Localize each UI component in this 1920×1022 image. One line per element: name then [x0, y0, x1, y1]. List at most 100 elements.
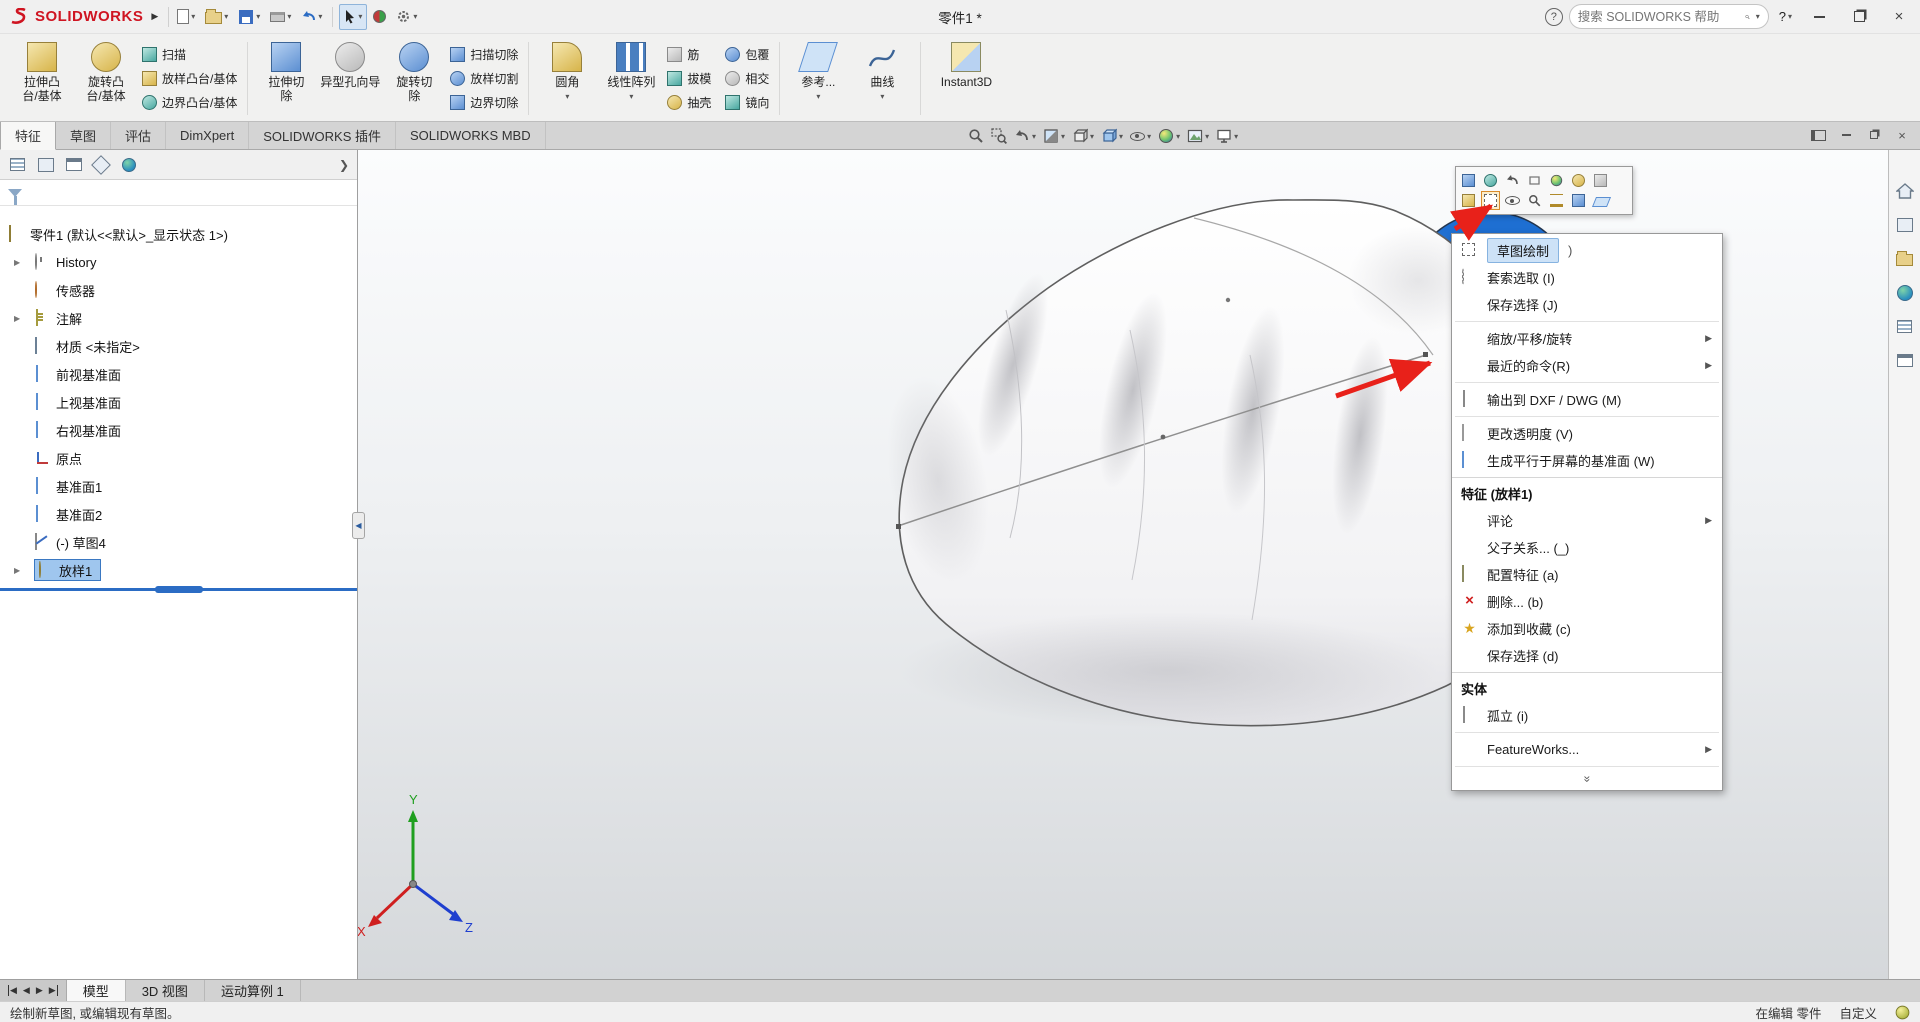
curves-button[interactable]: 曲线▾ [850, 37, 914, 101]
edit-feature-button[interactable] [1459, 191, 1478, 210]
zoom-to-area-button[interactable] [991, 128, 1007, 144]
feature-manager-tab-icon[interactable] [8, 156, 26, 174]
doc-close-button[interactable]: × [1890, 124, 1914, 146]
instant3d-button[interactable]: Instant3D [927, 37, 1005, 89]
menu-item-configure-feature[interactable]: 配置特征 (a) [1452, 561, 1722, 588]
pane-toggle-icon[interactable] [1806, 124, 1830, 146]
last-tab-button[interactable]: ▶ [49, 985, 58, 996]
tab-dimxpert[interactable]: DimXpert [166, 122, 249, 149]
display-style-button[interactable]: ▾ [1101, 128, 1123, 144]
sketch-point[interactable] [1423, 352, 1428, 357]
first-tab-button[interactable]: ◀ [8, 985, 17, 996]
tree-item-right-plane[interactable]: 右视基准面 [0, 416, 357, 444]
tree-item-origin[interactable]: 原点 [0, 444, 357, 472]
search-input[interactable] [1578, 10, 1739, 24]
menu-item-save-selection[interactable]: 保存选择 (J) [1452, 291, 1722, 318]
tree-item-material[interactable]: 材质 <未指定> [0, 332, 357, 360]
shell-button[interactable]: 抽壳 [663, 92, 715, 113]
undo-small-button[interactable] [1525, 171, 1544, 190]
sketch-point[interactable] [1161, 435, 1166, 440]
zoom-to-selection-button[interactable] [1481, 171, 1500, 190]
status-ball-icon[interactable] [1895, 1005, 1910, 1020]
menu-item-parent-child[interactable]: 父子关系... (_) [1452, 534, 1722, 561]
tree-item-part-root[interactable]: 零件1 (默认<<默认>_显示状态 1>) [0, 220, 357, 248]
home-button[interactable] [1894, 180, 1915, 201]
boundary-cut-button[interactable]: 边界切除 [446, 92, 522, 113]
select-tool-button[interactable]: ▾ [339, 4, 367, 30]
menu-item-add-to-favorites[interactable]: ★ 添加到收藏 (c) [1452, 615, 1722, 642]
lofted-cut-button[interactable]: 放样切割 [446, 68, 522, 89]
expand-arrow-icon[interactable]: ▶ [14, 566, 20, 575]
section-small-button[interactable] [1591, 171, 1610, 190]
tab-model[interactable]: 模型 [67, 980, 126, 1001]
section-view-button[interactable]: ▾ [1043, 128, 1065, 144]
hide-show-items-button[interactable]: ▾ [1130, 132, 1151, 141]
menu-item-change-transparency[interactable]: 更改透明度 (V) [1452, 420, 1722, 447]
open-button[interactable]: ▾ [201, 4, 232, 30]
previous-view-small-button[interactable] [1503, 171, 1522, 190]
selected-tree-item[interactable]: 放样1 [34, 559, 101, 581]
edit-appearance-button[interactable]: ▾ [1158, 128, 1180, 144]
minimize-button[interactable] [1802, 4, 1836, 30]
graphics-area[interactable]: Y X Z 草图绘制 ) [358, 150, 1888, 979]
tab-motion-study[interactable]: 运动算例 1 [205, 980, 301, 1001]
swept-cut-button[interactable]: 扫描切除 [446, 44, 522, 65]
menu-item-featureworks[interactable]: FeatureWorks... ▶ [1452, 736, 1722, 763]
dimxpert-manager-tab-icon[interactable] [92, 156, 110, 174]
tree-item-front-plane[interactable]: 前视基准面 [0, 360, 357, 388]
wrap-button[interactable]: 包覆 [721, 44, 773, 65]
tree-item-top-plane[interactable]: 上视基准面 [0, 388, 357, 416]
rebuild-button[interactable] [369, 4, 390, 30]
restore-button[interactable] [1842, 4, 1876, 30]
undo-button[interactable]: ▾ [297, 4, 326, 30]
draft-button[interactable]: 拔模 [663, 68, 715, 89]
search-scope-arrow-icon[interactable]: ▾ [1756, 12, 1760, 21]
hole-wizard-button[interactable]: 异型孔向导 [318, 37, 382, 89]
tree-item-loft1[interactable]: ▶ 放样1 [0, 556, 357, 584]
new-document-button[interactable]: ▾ [173, 4, 199, 30]
menu-item-parallel-plane[interactable]: 生成平行于屏幕的基准面 (W) [1452, 447, 1722, 474]
tree-item-sensors[interactable]: 传感器 [0, 276, 357, 304]
panel-collapse-handle[interactable]: ◀ [352, 512, 365, 539]
tree-item-plane1[interactable]: 基准面1 [0, 472, 357, 500]
menu-item-export-dxf[interactable]: 输出到 DXF / DWG (M) [1452, 386, 1722, 413]
revolved-cut-button[interactable]: 旋转切除 [382, 37, 446, 103]
appearances-button[interactable] [1894, 282, 1915, 303]
file-explorer-button[interactable] [1894, 248, 1915, 269]
intersect-button[interactable]: 相交 [721, 68, 773, 89]
apply-scene-button[interactable]: ▾ [1187, 128, 1209, 144]
close-button[interactable]: × [1882, 4, 1916, 30]
design-library-button[interactable] [1894, 214, 1915, 235]
property-manager-tab-icon[interactable] [36, 156, 54, 174]
view-normal-to-button[interactable] [1459, 171, 1478, 190]
rib-button[interactable]: 筋 [663, 44, 715, 65]
tab-3d-views[interactable]: 3D 视图 [126, 980, 205, 1001]
tab-features[interactable]: 特征 [0, 122, 56, 150]
mirror-button[interactable]: 镜向 [721, 92, 773, 113]
tab-sketch[interactable]: 草图 [56, 122, 111, 149]
previous-tab-button[interactable]: ◀ [23, 985, 30, 996]
custom-properties-button[interactable] [1894, 316, 1915, 337]
doc-minimize-button[interactable] [1834, 124, 1858, 146]
material-small-button[interactable] [1569, 171, 1588, 190]
linear-pattern-button[interactable]: 线性阵列▾ [599, 37, 663, 101]
pane-options-button[interactable] [1894, 350, 1915, 371]
tree-item-plane2[interactable]: 基准面2 [0, 500, 357, 528]
tree-item-annotations[interactable]: ▶ 注解 [0, 304, 357, 332]
appearance-small-button[interactable] [1547, 171, 1566, 190]
expand-arrow-icon[interactable]: ▶ [14, 258, 20, 267]
menu-item-sketch[interactable]: 草图绘制 ) [1452, 237, 1722, 264]
menu-item-save-selection-2[interactable]: 保存选择 (d) [1452, 642, 1722, 669]
menu-item-comment[interactable]: 评论 ▶ [1452, 507, 1722, 534]
sketch-point[interactable] [896, 524, 901, 529]
display-style-small-button[interactable] [1569, 191, 1588, 210]
display-manager-tab-icon[interactable] [120, 156, 138, 174]
menu-item-lasso[interactable]: 套索选取 (I) [1452, 264, 1722, 291]
previous-view-button[interactable]: ▾ [1014, 128, 1036, 144]
search-icon[interactable] [1745, 10, 1750, 24]
plane-small-button[interactable] [1591, 191, 1610, 210]
save-button[interactable]: ▾ [234, 4, 264, 30]
menu-flyout-arrow-icon[interactable]: ▶ [151, 11, 158, 22]
search-box[interactable]: ▾ [1569, 4, 1769, 29]
measure-button[interactable] [1547, 191, 1566, 210]
